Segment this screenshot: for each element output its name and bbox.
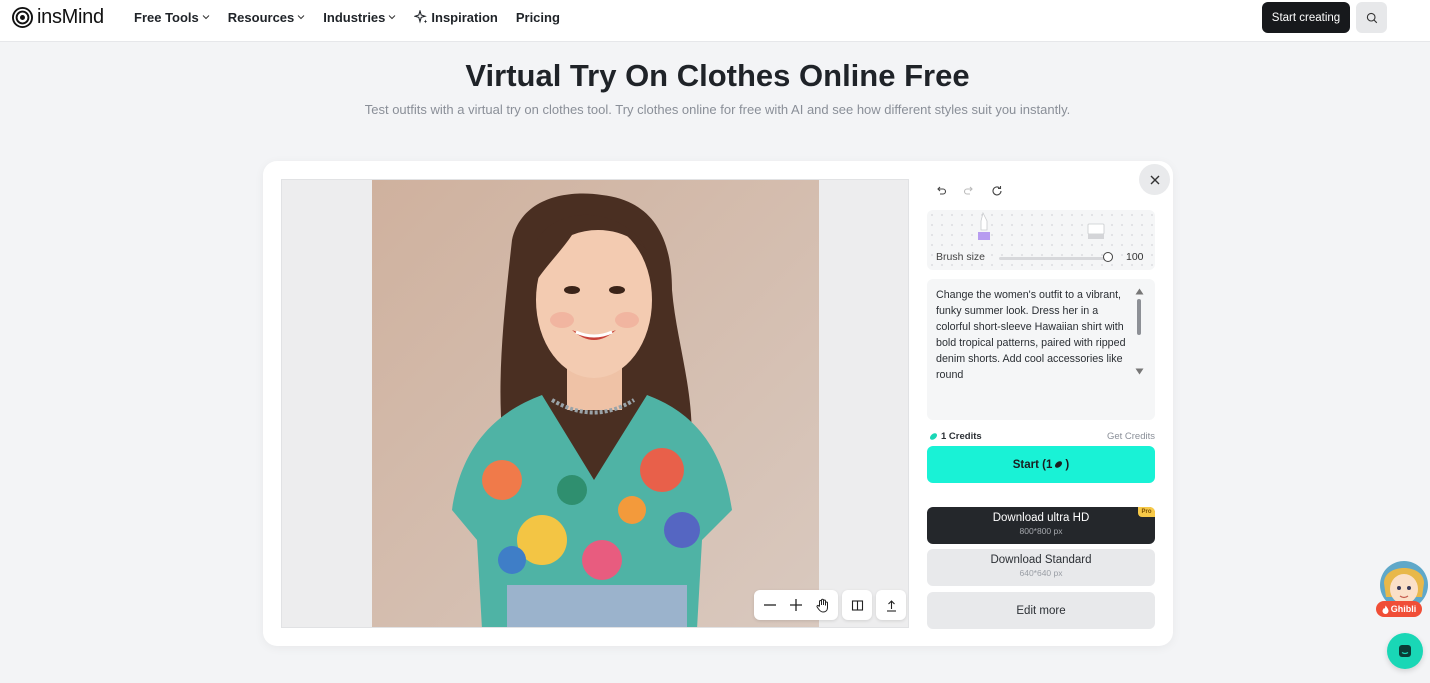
- nav-pricing[interactable]: Pricing: [516, 10, 560, 25]
- main-nav: Free Tools Resources Industries Inspirat…: [134, 8, 560, 26]
- reset-icon: [992, 186, 1002, 196]
- logo-text: insMind: [37, 5, 104, 28]
- search-icon: [1366, 12, 1377, 23]
- chevron-down-icon: [389, 15, 396, 20]
- brush-size-slider[interactable]: [999, 257, 1109, 260]
- download-hd-size: 800*800 px: [1019, 526, 1063, 536]
- image-canvas[interactable]: [281, 179, 909, 628]
- nav-label: Resources: [227, 9, 295, 25]
- zoom-out-button[interactable]: [760, 595, 780, 615]
- nav-resources[interactable]: Resources: [228, 10, 305, 25]
- chat-button[interactable]: [1387, 633, 1423, 669]
- close-icon: [1150, 175, 1159, 184]
- download-standard-title: Download Standard: [990, 554, 1092, 566]
- credits-row: 1 Credits Get Credits: [929, 431, 1155, 443]
- logo[interactable]: insMind: [12, 6, 104, 28]
- redo-button[interactable]: [961, 183, 977, 199]
- search-button[interactable]: [1356, 2, 1387, 33]
- reset-button[interactable]: [989, 183, 1005, 199]
- brush-panel: Brush size 100: [927, 210, 1155, 270]
- plus-icon: [790, 599, 802, 611]
- brush-size-value: 100: [1126, 251, 1144, 263]
- start-button[interactable]: Start (1 ): [927, 446, 1155, 483]
- model-photo: [372, 180, 819, 627]
- hand-icon: [815, 598, 828, 613]
- credits-info: 1 Credits: [929, 431, 982, 442]
- undo-button[interactable]: [933, 183, 949, 199]
- brush-size-label: Brush size: [936, 251, 986, 263]
- edit-more-button[interactable]: Edit more: [927, 592, 1155, 629]
- page-title: Virtual Try On Clothes Online Free: [465, 58, 970, 93]
- prompt-text[interactable]: Change the women's outfit to a vibrant, …: [936, 287, 1132, 383]
- start-label: Start (1: [1012, 458, 1053, 471]
- nav-industries[interactable]: Industries: [323, 10, 396, 25]
- pro-badge: Pro: [1138, 507, 1155, 517]
- scroll-up-icon[interactable]: [1135, 288, 1144, 295]
- credits-label: 1 Credits: [941, 431, 982, 442]
- redo-icon: [963, 186, 973, 195]
- prompt-scrollbar[interactable]: [1137, 299, 1141, 335]
- credit-icon: [1055, 461, 1063, 468]
- credit-icon: [930, 433, 937, 440]
- nav-free-tools[interactable]: Free Tools: [134, 10, 210, 25]
- zoom-in-button[interactable]: [786, 595, 806, 615]
- download-standard-size: 640*640 px: [1019, 568, 1063, 578]
- zoom-controls: [754, 590, 838, 620]
- scroll-down-icon[interactable]: [1135, 368, 1144, 375]
- brush-tool-icon[interactable]: [977, 211, 991, 241]
- fire-icon: [1382, 605, 1389, 614]
- get-credits-link[interactable]: Get Credits: [1107, 431, 1155, 442]
- compare-button[interactable]: [842, 590, 872, 620]
- nav-label: Pricing: [515, 9, 560, 25]
- chevron-down-icon: [202, 15, 210, 20]
- minus-icon: [764, 604, 776, 606]
- brush-size-handle[interactable]: [1103, 252, 1113, 262]
- nav-label: Industries: [323, 9, 386, 25]
- start-label-suffix: ): [1065, 458, 1070, 471]
- history-toolbar: [933, 183, 1005, 199]
- page-subtitle: Test outfits with a virtual try on cloth…: [364, 102, 1071, 117]
- top-navbar: insMind Free Tools Resources Industries …: [0, 0, 1430, 42]
- upload-button[interactable]: [876, 590, 906, 620]
- nav-label: Free Tools: [134, 9, 199, 25]
- download-hd-title: Download ultra HD: [992, 512, 1090, 524]
- close-button[interactable]: [1139, 164, 1170, 195]
- chevron-down-icon: [297, 15, 305, 20]
- nav-label: Inspiration: [431, 9, 498, 25]
- editor-card: Brush size 100 Change the women's outfit…: [263, 161, 1173, 646]
- zoom-toolbar: [754, 590, 906, 620]
- download-standard-button[interactable]: Download Standard 640*640 px: [927, 549, 1155, 586]
- nav-inspiration[interactable]: Inspiration: [414, 9, 498, 25]
- pan-button[interactable]: [812, 595, 832, 615]
- upload-icon: [886, 599, 896, 612]
- download-ultra-hd-button[interactable]: Download ultra HD 800*800 px Pro: [927, 507, 1155, 544]
- undo-icon: [937, 186, 947, 195]
- ghibli-label: Ghibli: [1390, 604, 1417, 614]
- sparkle-icon: [414, 10, 428, 24]
- chat-icon: [1399, 645, 1411, 657]
- compare-icon: [851, 599, 863, 611]
- eraser-tool-icon[interactable]: [1087, 222, 1105, 240]
- start-creating-button[interactable]: Start creating: [1262, 2, 1350, 33]
- ghibli-badge[interactable]: Ghibli: [1376, 601, 1422, 617]
- prompt-input[interactable]: Change the women's outfit to a vibrant, …: [927, 279, 1155, 420]
- logo-mark-icon: [12, 6, 33, 28]
